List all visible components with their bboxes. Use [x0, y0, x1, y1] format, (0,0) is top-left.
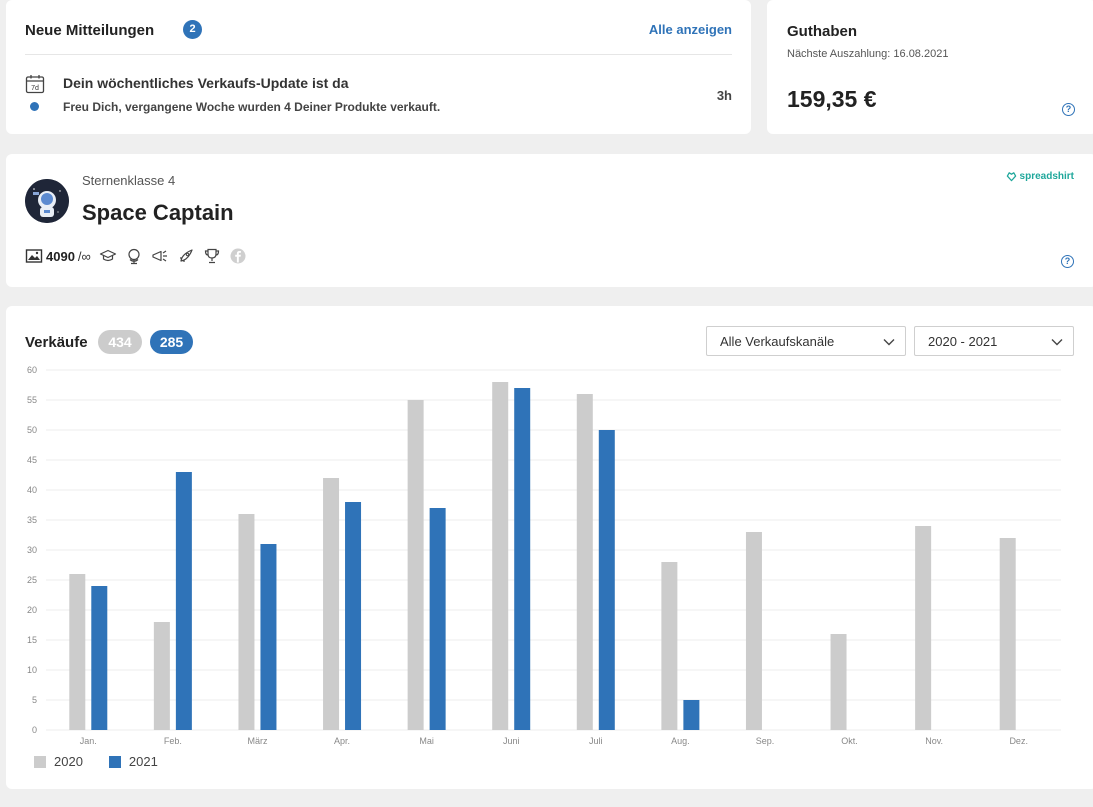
- y-tick-label: 50: [27, 425, 37, 435]
- design-count: 4090/∞: [25, 247, 91, 265]
- bar-2021-Juni[interactable]: [514, 388, 531, 730]
- bar-2021-März[interactable]: [260, 544, 277, 730]
- y-tick-label: 60: [27, 365, 37, 375]
- design-limit: /∞: [77, 248, 91, 264]
- year-range-select[interactable]: 2020 - 2021: [914, 326, 1074, 356]
- y-tick-label: 25: [27, 575, 37, 585]
- facebook-icon[interactable]: [229, 247, 247, 265]
- chevron-down-icon: [883, 339, 895, 346]
- bar-2020-Jan.[interactable]: [69, 574, 86, 730]
- legend-label-2021: 2021: [128, 754, 158, 769]
- y-tick-label: 40: [27, 485, 37, 495]
- notifications-count-badge: 2: [183, 20, 202, 39]
- y-tick-label: 45: [27, 455, 37, 465]
- sales-chart: 0 5 10 15 20 25 30 35 40 45 50 55 60 Jan. Feb. März Apr.…: [27, 365, 1061, 746]
- bar-2021-Feb.[interactable]: [175, 472, 192, 730]
- profile-name: Space Captain: [82, 200, 234, 225]
- x-tick-label: Juli: [589, 736, 603, 746]
- legend-item-2021[interactable]: 2021: [108, 754, 158, 769]
- next-payout-text: Nächste Auszahlung: 16.08.2021: [787, 48, 949, 60]
- balance-help-icon[interactable]: ?: [1062, 103, 1075, 116]
- balance-title: Guthaben: [787, 23, 857, 40]
- bar-2020-Dez.[interactable]: [999, 538, 1016, 730]
- x-tick-label: Sep.: [756, 736, 775, 746]
- sales-channel-value: Alle Verkaufskanäle: [720, 334, 835, 349]
- y-tick-label: 10: [27, 665, 37, 675]
- sales-channel-select[interactable]: Alle Verkaufskanäle: [706, 326, 906, 356]
- bar-2020-Juni[interactable]: [492, 382, 509, 730]
- bar-2020-März[interactable]: [238, 514, 255, 730]
- spreadshirt-logo[interactable]: spreadshirt: [1006, 171, 1074, 182]
- x-tick-label: Jan.: [80, 736, 97, 746]
- x-tick-label: Mai: [419, 736, 434, 746]
- brand-name: spreadshirt: [1019, 171, 1074, 182]
- trophy-icon[interactable]: [203, 247, 221, 265]
- legend-label-2020: 2020: [54, 754, 83, 769]
- bar-2021-Mai[interactable]: [429, 508, 446, 730]
- total-2020-badge: 434: [98, 330, 142, 354]
- y-tick-label: 5: [32, 695, 37, 705]
- profile-card: Sternenklasse 4 Space Captain spreadshir…: [6, 154, 1093, 287]
- bar-2021-Aug.[interactable]: [683, 700, 700, 730]
- designer-stats: 4090/∞: [25, 247, 247, 265]
- globe-icon[interactable]: [125, 247, 143, 265]
- notification-time: 3h: [716, 88, 732, 103]
- chart-legend: 2020 2021: [34, 754, 158, 769]
- bar-2021-Jan.[interactable]: [91, 586, 108, 730]
- bar-2021-Juli[interactable]: [598, 430, 615, 730]
- y-tick-label: 15: [27, 635, 37, 645]
- bar-2020-Aug.[interactable]: [661, 562, 678, 730]
- rocket-icon[interactable]: [177, 247, 195, 265]
- profile-help-icon[interactable]: ?: [1061, 255, 1074, 268]
- notification-headline[interactable]: Dein wöchentliches Verkaufs-Update ist d…: [63, 75, 349, 91]
- x-tick-label: März: [247, 736, 267, 746]
- graduation-cap-icon[interactable]: [99, 247, 117, 265]
- legend-swatch-2020: [34, 755, 46, 768]
- notifications-card: Neue Mitteilungen 2 Alle anzeigen 7d Dei…: [6, 0, 751, 134]
- spreadshirt-heart-icon: [1006, 172, 1016, 182]
- legend-item-2020[interactable]: 2020: [34, 754, 83, 769]
- bar-2020-Nov.[interactable]: [915, 526, 932, 730]
- notification-body: Freu Dich, vergangene Woche wurden 4 Dei…: [63, 100, 441, 114]
- image-icon: [25, 249, 43, 263]
- balance-amount: 159,35 €: [787, 86, 877, 112]
- show-all-link[interactable]: Alle anzeigen: [649, 22, 732, 37]
- y-tick-label: 35: [27, 515, 37, 525]
- x-tick-label: Nov.: [925, 736, 943, 746]
- rank-label: Sternenklasse 4: [82, 173, 176, 188]
- bar-2020-Sep.[interactable]: [745, 532, 762, 730]
- total-2021-badge: 285: [150, 330, 193, 354]
- bar-2020-Okt.[interactable]: [830, 634, 847, 730]
- sales-card: Verkäufe 434 285 Alle Verkaufskanäle 202…: [6, 306, 1093, 789]
- divider: [25, 54, 732, 55]
- x-tick-label: Aug.: [671, 736, 690, 746]
- bar-2020-Mai[interactable]: [407, 400, 424, 730]
- legend-swatch-2021: [108, 755, 121, 768]
- bar-2020-Apr.[interactable]: [323, 478, 340, 730]
- calendar-icon: 7d: [25, 75, 45, 94]
- astronaut-icon: [25, 179, 69, 223]
- y-tick-label: 0: [32, 725, 37, 735]
- bar-2020-Feb.[interactable]: [153, 622, 170, 730]
- x-tick-label: Apr.: [334, 736, 350, 746]
- megaphone-icon[interactable]: [151, 247, 169, 265]
- x-tick-label: Juni: [503, 736, 520, 746]
- y-tick-label: 55: [27, 395, 37, 405]
- y-tick-label: 20: [27, 605, 37, 615]
- design-count-value: 4090: [46, 248, 75, 264]
- x-tick-label: Dez.: [1009, 736, 1028, 746]
- calendar-label: 7d: [31, 85, 39, 92]
- bar-2021-Apr.[interactable]: [345, 502, 362, 730]
- x-tick-label: Okt.: [841, 736, 858, 746]
- notifications-title: Neue Mitteilungen: [25, 22, 155, 39]
- balance-card: Guthaben Nächste Auszahlung: 16.08.2021 …: [767, 0, 1093, 134]
- y-tick-label: 30: [27, 545, 37, 555]
- chevron-down-icon: [1051, 339, 1063, 346]
- avatar[interactable]: [25, 179, 69, 223]
- x-tick-label: Feb.: [164, 736, 182, 746]
- unread-dot: [30, 102, 39, 111]
- bar-2020-Juli[interactable]: [576, 394, 593, 730]
- year-range-value: 2020 - 2021: [928, 334, 998, 349]
- sales-title: Verkäufe: [25, 334, 88, 351]
